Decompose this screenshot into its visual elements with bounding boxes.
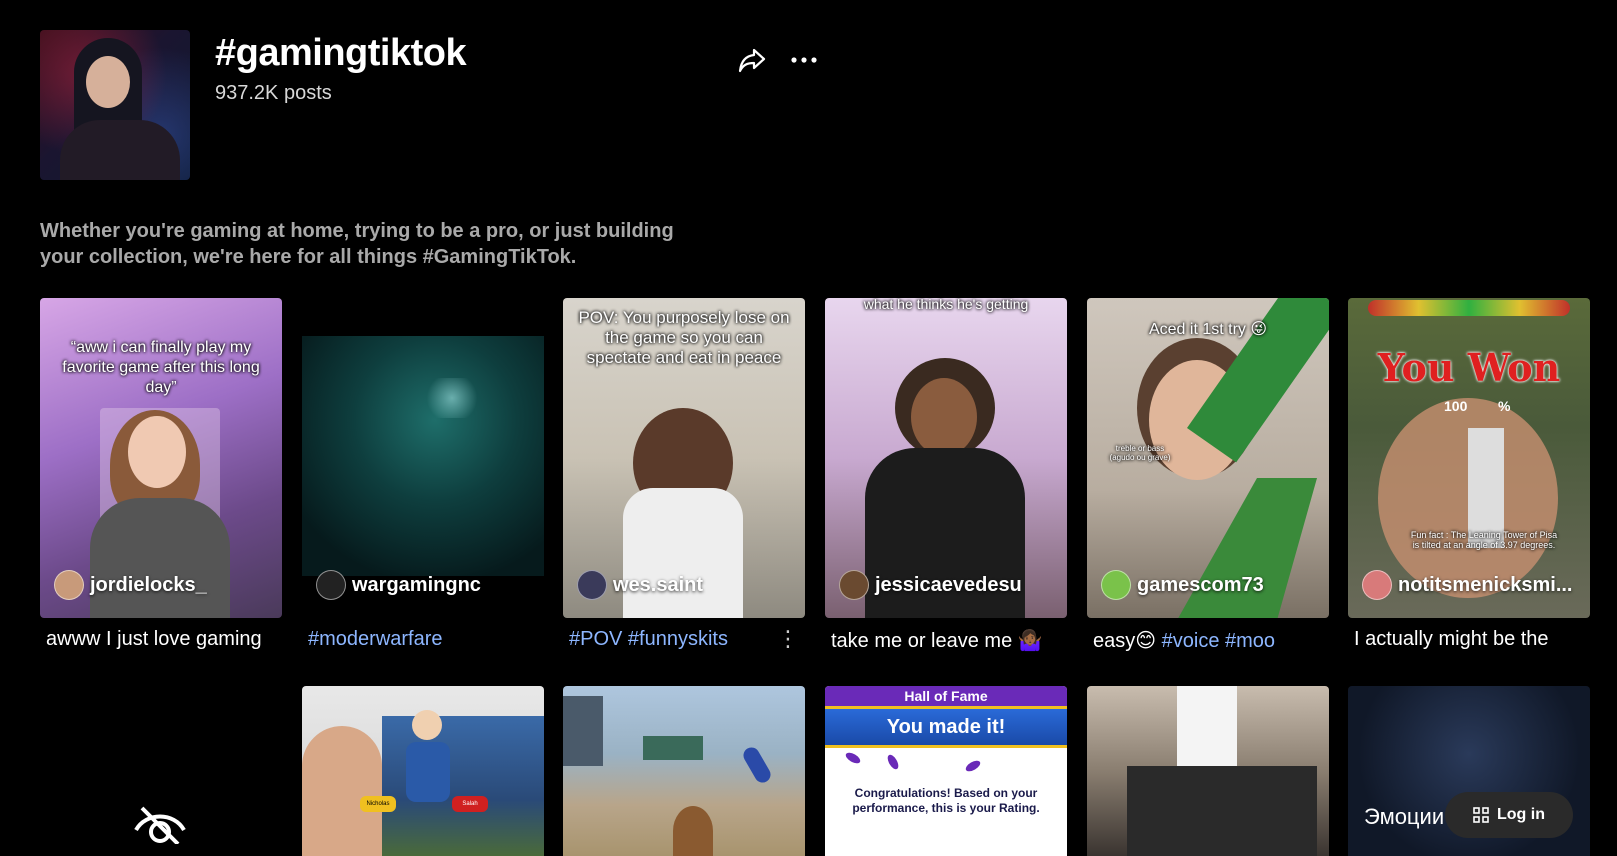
tag-description: Whether you're gaming at home, trying to… <box>40 220 674 268</box>
creator-name: wargamingnc <box>352 573 481 596</box>
avatar <box>316 570 346 600</box>
avatar <box>54 570 84 600</box>
page-title: #gamingtiktok <box>215 32 467 74</box>
percent-value: 100 <box>1444 398 1468 414</box>
grid-icon <box>1473 807 1489 823</box>
caption-text: awww I just love gaming <box>46 628 262 650</box>
avatar <box>1101 570 1131 600</box>
tag-cover-image <box>40 30 190 180</box>
russian-text: Эмоции <box>1364 804 1445 829</box>
login-button[interactable]: Log in <box>1445 792 1573 838</box>
overlay-text: Aced it 1st try 😜 <box>1148 321 1268 338</box>
video-thumbnail[interactable]: “aww i can finally play my favorite game… <box>40 298 282 618</box>
congrats-text: Congratulations! Based on your performan… <box>852 786 1040 815</box>
fun-fact: Fun fact : The Leaning Tower of Pisa is … <box>1410 530 1558 550</box>
caption-hashtags[interactable]: #POV #funnyskits <box>569 628 728 650</box>
ellipsis-icon <box>791 57 817 63</box>
video-caption[interactable]: #POV #funnyskits <box>569 628 804 651</box>
video-caption[interactable]: take me or leave me 🤷🏾‍♀️ <box>831 628 1066 653</box>
video-caption[interactable]: #moderwarfare <box>308 628 543 651</box>
percent-sign: % <box>1498 398 1511 414</box>
login-label: Log in <box>1497 806 1545 823</box>
voice-hint: treble or bass (agudo ou grave) <box>1109 444 1171 462</box>
caption-text: take me or leave me 🤷🏾‍♀️ <box>831 630 1043 652</box>
video-thumbnail[interactable]: Hall of Fame You made it! Congratulation… <box>825 686 1067 856</box>
overlay-text: POV: You purposely lose on the game so y… <box>578 308 790 367</box>
video-caption[interactable]: easy😊 #voice #moo <box>1093 628 1328 653</box>
creator-name: wes.saint <box>613 573 704 596</box>
overlay-text: “aww i can finally play my favorite game… <box>62 339 260 396</box>
caption-text: I actually might be the <box>1354 628 1549 650</box>
player-name-2: Salah <box>452 796 488 812</box>
creator-name: jessicaevedesu <box>875 573 1022 596</box>
avatar <box>1362 570 1392 600</box>
creator-link[interactable]: jessicaevedesu <box>839 570 1022 600</box>
hall-banner: Hall of Fame <box>825 686 1067 706</box>
creator-link[interactable]: notitsmenicksmi... <box>1362 570 1573 600</box>
tag-header: #gamingtiktok 937.2K posts <box>40 30 820 180</box>
player-name-1: Nicholas <box>360 796 396 812</box>
creator-name: jordielocks_ <box>90 573 207 596</box>
video-thumbnail[interactable] <box>40 686 282 856</box>
video-thumbnail[interactable] <box>1087 686 1329 856</box>
post-count: 937.2K posts <box>215 82 332 104</box>
you-made-it-banner: You made it! <box>825 706 1067 748</box>
video-thumbnail[interactable]: Aced it 1st try 😜 treble or bass (agudo … <box>1087 298 1329 618</box>
more-icon[interactable]: ⋮ <box>777 626 799 652</box>
creator-link[interactable]: wes.saint <box>577 570 703 600</box>
caption-text: easy😊 <box>1093 630 1162 652</box>
more-options-button[interactable] <box>788 44 820 76</box>
video-caption[interactable]: awww I just love gaming <box>46 628 281 651</box>
creator-link[interactable]: jordielocks_ <box>54 570 207 600</box>
caption-hashtags[interactable]: #voice #moo <box>1162 630 1275 652</box>
share-icon <box>738 48 766 73</box>
video-thumbnail[interactable]: Nicholas Salah <box>302 686 544 856</box>
caption-hashtags[interactable]: #moderwarfare <box>308 628 443 650</box>
share-button[interactable] <box>736 44 768 76</box>
creator-name: gamescom73 <box>1137 573 1264 596</box>
video-thumbnail[interactable]: wargamingnc <box>302 298 544 618</box>
video-thumbnail[interactable]: what he thinks he's getting jessicaevede… <box>825 298 1067 618</box>
overlay-text: what he thinks he's getting <box>863 298 1029 312</box>
video-thumbnail[interactable] <box>563 686 805 856</box>
creator-link[interactable]: gamescom73 <box>1101 570 1264 600</box>
video-thumbnail[interactable]: POV: You purposely lose on the game so y… <box>563 298 805 618</box>
video-thumbnail[interactable]: You Won 100 % Fun fact : The Leaning Tow… <box>1348 298 1590 618</box>
avatar <box>577 570 607 600</box>
creator-name: notitsmenicksmi... <box>1398 573 1573 596</box>
you-won-text: You Won <box>1377 345 1561 390</box>
video-caption[interactable]: I actually might be the <box>1354 628 1589 651</box>
avatar <box>839 570 869 600</box>
eye-off-icon <box>134 806 186 844</box>
creator-link[interactable]: wargamingnc <box>316 570 481 600</box>
